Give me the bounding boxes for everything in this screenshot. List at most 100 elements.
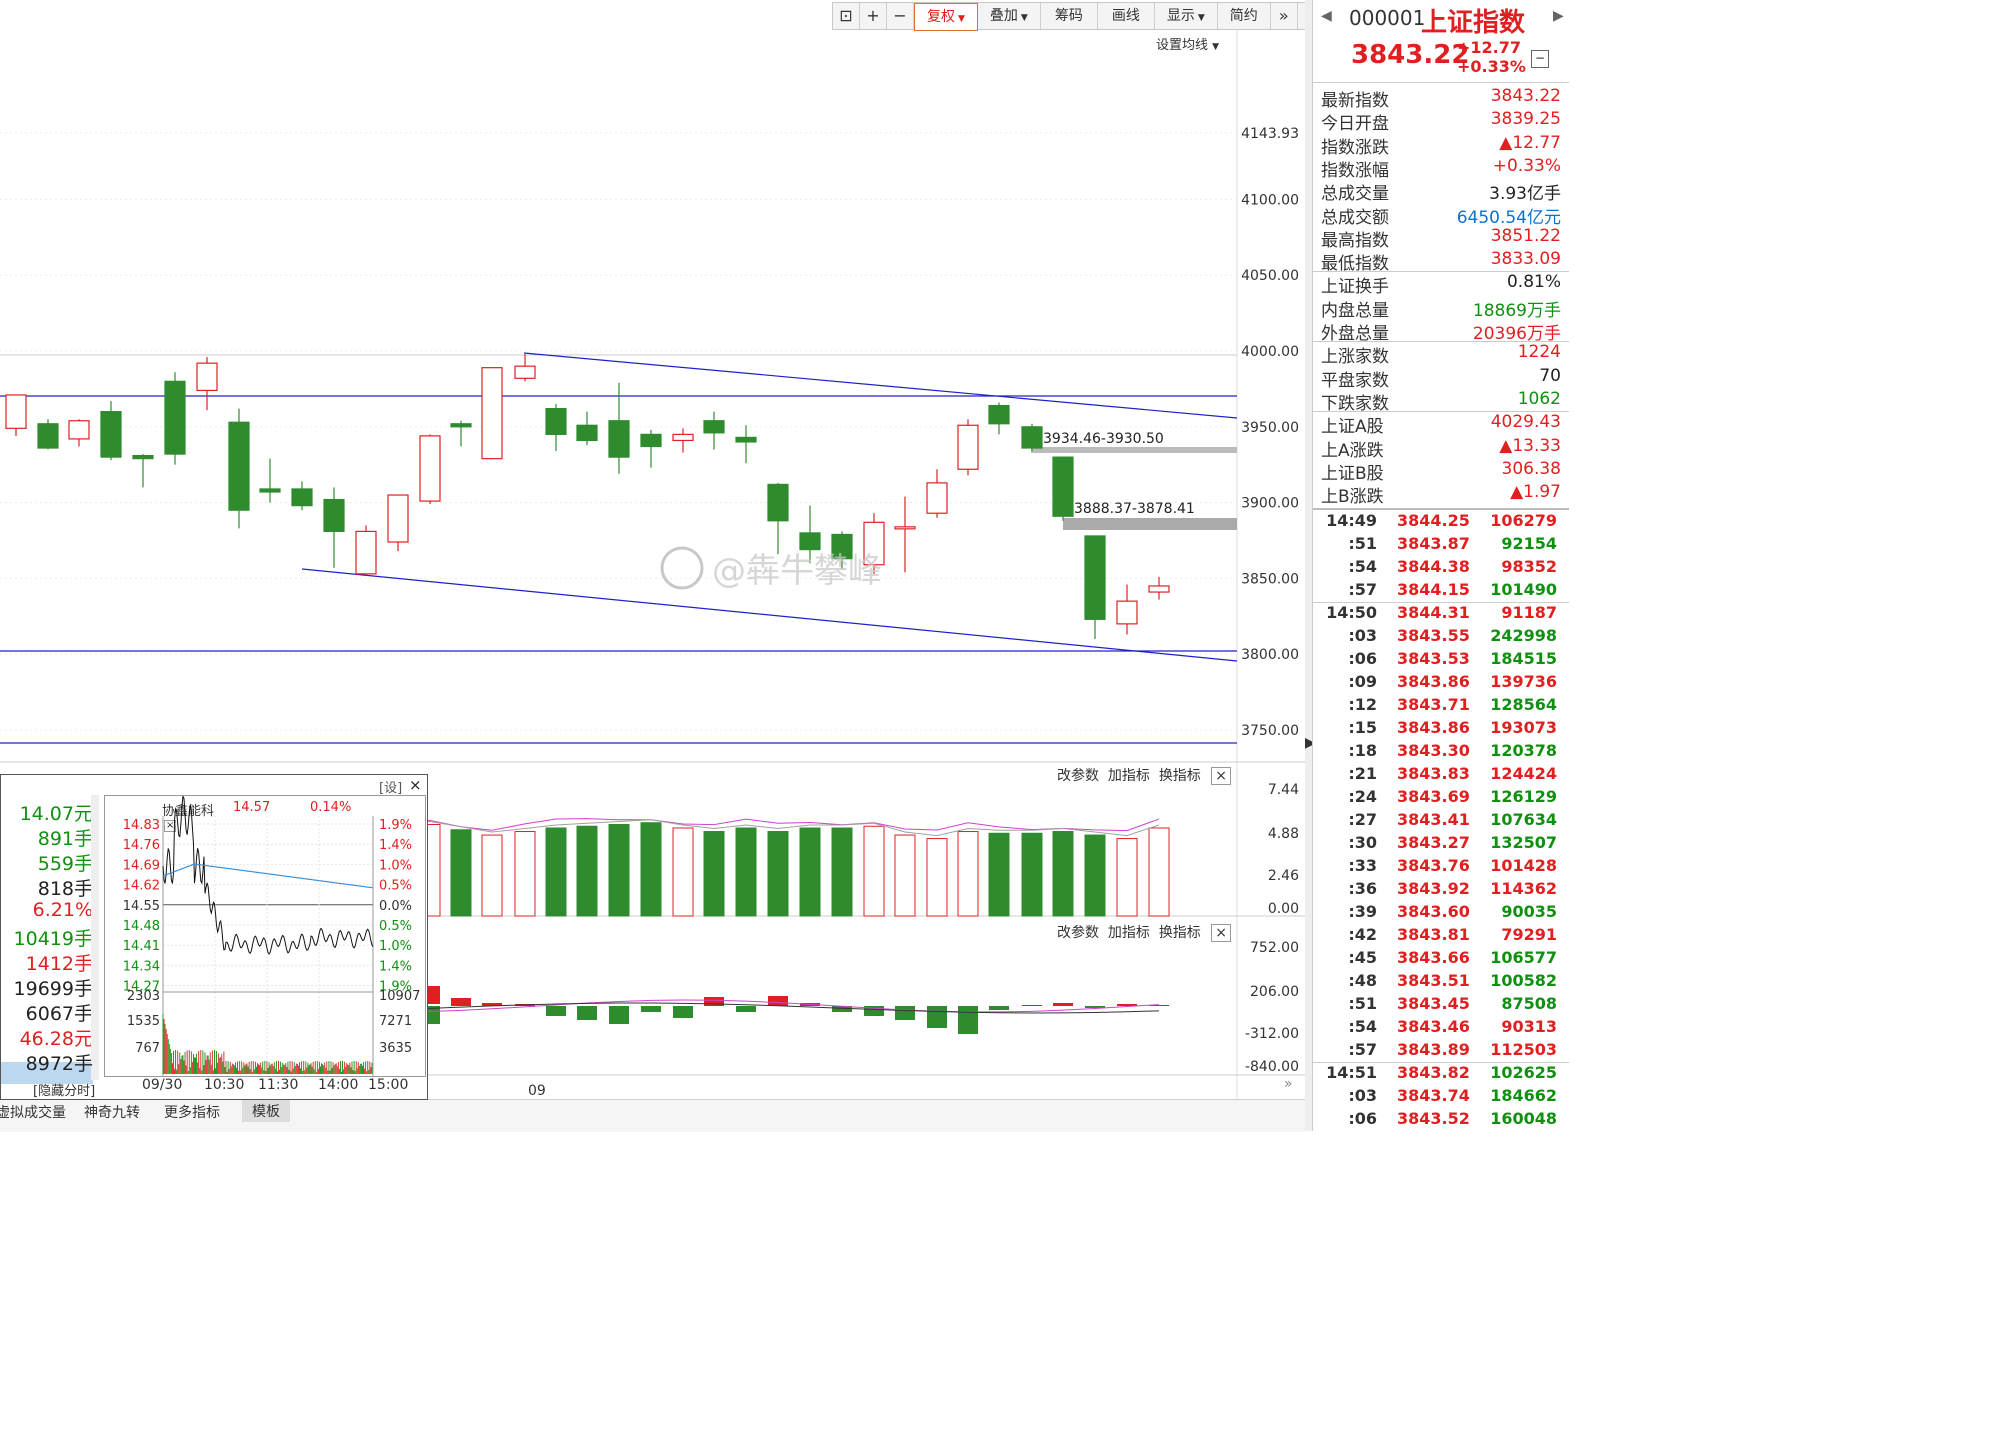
tick-row: :33 3843.76 101428 (1313, 856, 1569, 879)
close-icon[interactable]: × (409, 776, 422, 794)
candlestick[interactable] (132, 454, 154, 488)
candlestick[interactable] (196, 357, 218, 411)
candlestick[interactable] (1116, 584, 1138, 635)
gaicanshu-button[interactable]: 改参数 (1057, 768, 1099, 784)
candlestick[interactable] (259, 458, 281, 503)
collapse-icon[interactable]: − (1531, 50, 1549, 68)
tick-price: 3843.30 (1397, 741, 1470, 760)
scroll-right-icon[interactable]: » (1284, 1076, 1293, 1092)
tab-more-indicators[interactable]: 更多指标 (164, 1102, 220, 1122)
tab-virtual-volume[interactable]: 虚拟成交量 (0, 1102, 66, 1122)
huanzhibiao-button[interactable]: 换指标 (1159, 925, 1201, 941)
tick-time: :36 (1348, 879, 1377, 898)
candlestick[interactable] (387, 494, 409, 552)
stat-row: 上证换手 0.81% (1321, 272, 1561, 297)
tick-row: :39 3843.60 90035 (1313, 902, 1569, 925)
tick-time: :42 (1348, 925, 1377, 944)
candlestick[interactable] (1052, 456, 1074, 521)
candlestick[interactable] (355, 525, 377, 576)
macd-bar (546, 1006, 566, 1016)
candlestick[interactable] (894, 496, 916, 573)
y-tick-label: 3750.00 (1241, 723, 1299, 739)
jiazhibiao-button[interactable]: 加指标 (1108, 768, 1150, 784)
tick-price: 3843.66 (1397, 948, 1470, 967)
candlestick[interactable] (703, 411, 725, 450)
popup-scrollbar[interactable] (91, 795, 99, 1080)
macd-bar (673, 1006, 693, 1018)
stat-label: 总成交额 (1321, 207, 1389, 228)
candlestick[interactable] (5, 394, 27, 436)
candlestick[interactable] (419, 434, 441, 505)
stat-value: 1224 (1517, 342, 1561, 363)
tick-price: 3844.15 (1397, 580, 1470, 599)
candlestick[interactable] (672, 428, 694, 453)
y-tick-label: 3950.00 (1241, 420, 1299, 436)
tick-price: 3843.86 (1397, 718, 1470, 737)
candlestick[interactable] (164, 372, 186, 465)
pct-tick: 1.9% (379, 818, 412, 833)
candlestick[interactable] (481, 367, 503, 460)
candlestick[interactable] (68, 419, 90, 447)
candlestick[interactable] (323, 487, 345, 568)
tick-time: 14:50 (1326, 603, 1377, 622)
stat-row: 上涨家数 1224 (1321, 342, 1561, 367)
y-tick-label: 3900.00 (1241, 496, 1299, 512)
macd-bar (577, 1006, 597, 1020)
tick-time: :51 (1348, 994, 1377, 1013)
candlestick[interactable] (291, 481, 313, 511)
candlestick[interactable] (450, 420, 472, 447)
candlestick[interactable] (926, 469, 948, 518)
tick-volume: 128564 (1490, 695, 1557, 714)
candlestick[interactable] (988, 402, 1010, 435)
settings-button[interactable]: [设] (379, 777, 402, 796)
tab-magic-nine[interactable]: 神奇九转 (84, 1102, 140, 1122)
close-icon[interactable]: × (1211, 767, 1231, 785)
pct-tick: 0.5% (379, 919, 412, 934)
jiazhibiao-button[interactable]: 加指标 (1108, 925, 1150, 941)
gaicanshu-button[interactable]: 改参数 (1057, 925, 1099, 941)
tab-template[interactable]: 模板 (242, 1100, 290, 1122)
candlestick[interactable] (1021, 423, 1043, 452)
candlestick[interactable] (545, 404, 567, 452)
volume-bar (894, 834, 916, 917)
stat-row: 今日开盘 3839.25 (1321, 109, 1561, 134)
next-icon[interactable]: ▶ (1553, 8, 1564, 24)
pct-tick: 1.4% (379, 838, 412, 853)
tick-volume: 90035 (1501, 902, 1557, 921)
tick-time: :15 (1348, 718, 1377, 737)
candlestick[interactable] (640, 429, 662, 468)
x-axis-label: 09 (528, 1083, 546, 1099)
candlestick[interactable] (576, 411, 598, 445)
volume-bar (608, 823, 630, 917)
tick-time: :27 (1348, 810, 1377, 829)
tick-price: 3843.74 (1397, 1086, 1470, 1105)
macd-bar (451, 998, 471, 1006)
candlestick[interactable] (957, 419, 979, 476)
panel-splitter[interactable]: ▶ (1305, 0, 1316, 1131)
candlestick[interactable] (1148, 576, 1170, 600)
prev-icon[interactable]: ◀ (1321, 8, 1332, 24)
candlestick[interactable] (228, 408, 250, 529)
tick-volume: 100582 (1490, 971, 1557, 990)
tick-volume: 90313 (1501, 1017, 1557, 1036)
tick-price: 3843.27 (1397, 833, 1470, 852)
candlestick[interactable] (37, 419, 59, 450)
stat-row: 上证A股 4029.43 (1321, 412, 1561, 437)
hide-timeshare-button[interactable]: [隐藏分时] (33, 1080, 95, 1099)
candlestick[interactable] (1084, 535, 1106, 640)
close-icon[interactable]: × (1211, 924, 1231, 942)
huanzhibiao-button[interactable]: 换指标 (1159, 768, 1201, 784)
candlestick[interactable] (514, 354, 536, 382)
pct-tick: 1.4% (379, 959, 412, 974)
intraday-chart[interactable]: 协鑫能科 14.57 0.14% × 14.83 1.9% 14.76 1.4% 14.… (104, 795, 426, 1077)
macd-panel-buttons: 改参数 加指标 换指标 × (1057, 922, 1231, 942)
candlestick[interactable] (100, 401, 122, 461)
candlestick[interactable] (735, 425, 757, 464)
volume-bar (831, 827, 853, 917)
tick-volume: 91187 (1501, 603, 1557, 622)
candlestick[interactable] (767, 482, 789, 555)
tick-row: :36 3843.92 114362 (1313, 879, 1569, 902)
stock-popup: [设] × 14.07元 891手 559手 818手 6.21% 10419手 1412手… (0, 774, 428, 1100)
volume-bar (514, 831, 536, 917)
volume-bar (926, 838, 948, 917)
